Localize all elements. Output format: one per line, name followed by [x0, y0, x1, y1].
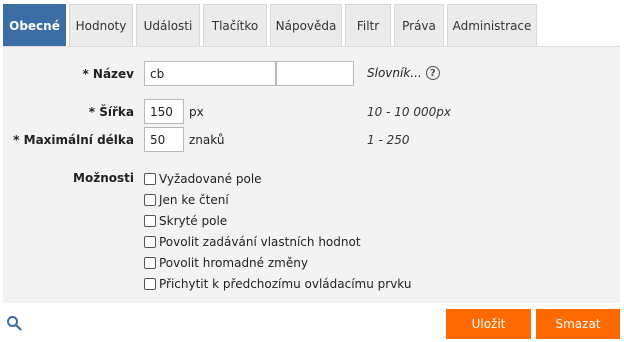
width-hint: 10 - 10 000px: [367, 105, 451, 119]
option-label: Jen ke čtení: [159, 193, 229, 207]
tab-obecne[interactable]: Obecné: [3, 4, 66, 46]
width-unit: px: [189, 105, 204, 119]
option-label: Vyžadované pole: [159, 172, 262, 186]
name-label: * Název: [82, 67, 134, 81]
tab-napoveda[interactable]: Nápověda: [270, 4, 342, 46]
tab-udalosti[interactable]: Události: [136, 4, 200, 46]
slovnik-link[interactable]: Slovník... ?: [367, 66, 440, 80]
tab-prava[interactable]: Práva: [394, 4, 444, 46]
option-required[interactable]: Vyžadované pole: [144, 171, 262, 187]
checkbox[interactable]: [144, 278, 156, 290]
checkbox[interactable]: [144, 215, 156, 227]
checkbox[interactable]: [144, 173, 156, 185]
save-button[interactable]: Uložit: [446, 309, 531, 339]
checkbox[interactable]: [144, 194, 156, 206]
tab-hodnoty[interactable]: Hodnoty: [69, 4, 133, 46]
option-attach-previous[interactable]: Přichytit k předchozímu ovládacímu prvku: [144, 276, 411, 292]
search-icon[interactable]: [6, 315, 22, 331]
maxlen-input[interactable]: [144, 127, 184, 152]
delete-button[interactable]: Smazat: [536, 309, 620, 339]
option-hidden[interactable]: Skryté pole: [144, 213, 227, 229]
checkbox[interactable]: [144, 236, 156, 248]
tab-bar: Obecné Hodnoty Události Tlačítko Nápověd…: [3, 4, 540, 46]
option-label: Přichytit k předchozímu ovládacímu prvku: [159, 277, 412, 291]
option-custom-values[interactable]: Povolit zadávání vlastních hodnot: [144, 234, 361, 250]
maxlen-label: * Maximální délka: [13, 133, 134, 147]
slovnik-label[interactable]: Slovník...: [367, 66, 422, 80]
option-label: Skryté pole: [159, 214, 228, 228]
options-label: Možnosti: [73, 171, 134, 185]
name-input[interactable]: [144, 61, 276, 86]
option-label: Povolit zadávání vlastních hodnot: [159, 235, 361, 249]
maxlen-unit: znaků: [189, 133, 225, 147]
name-secondary-input[interactable]: [276, 61, 354, 86]
checkbox[interactable]: [144, 257, 156, 269]
width-input[interactable]: [144, 99, 184, 124]
option-bulk-changes[interactable]: Povolit hromadné změny: [144, 255, 308, 271]
tab-tlacitko[interactable]: Tlačítko: [203, 4, 267, 46]
width-label: * Šířka: [88, 105, 134, 119]
help-icon[interactable]: ?: [425, 66, 440, 80]
option-readonly[interactable]: Jen ke čtení: [144, 192, 229, 208]
option-label: Povolit hromadné změny: [159, 256, 308, 270]
tab-filtr[interactable]: Filtr: [345, 4, 391, 46]
maxlen-hint: 1 - 250: [367, 133, 410, 147]
tab-administrace[interactable]: Administrace: [447, 4, 537, 46]
